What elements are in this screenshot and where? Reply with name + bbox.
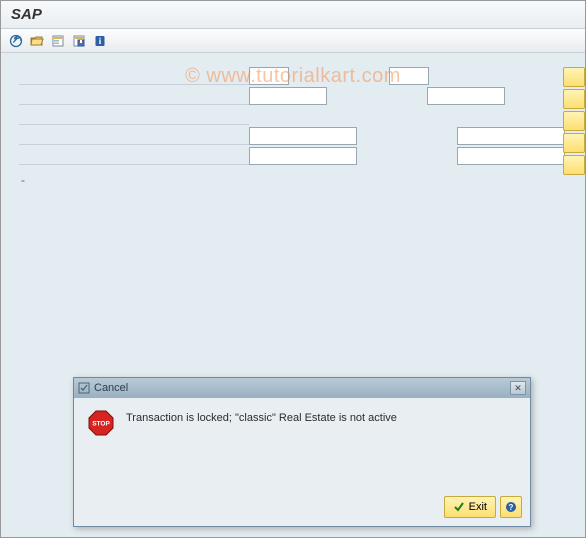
close-icon[interactable]: ✕ [510, 381, 526, 395]
field-input[interactable] [249, 87, 327, 105]
form-row [19, 127, 567, 145]
multiple-selection-button[interactable] [563, 89, 585, 109]
info-icon[interactable]: i [91, 32, 109, 50]
field-input[interactable] [249, 67, 289, 85]
field-input-to[interactable] [427, 87, 505, 105]
multiple-selection-buttons [563, 67, 585, 175]
form-row [19, 107, 567, 125]
execute-icon[interactable] [7, 32, 25, 50]
help-button[interactable]: ? [500, 496, 522, 518]
stop-icon: STOP [88, 410, 114, 436]
form-label [19, 128, 249, 145]
exit-button-label: Exit [469, 501, 487, 513]
collapse-indicator[interactable]: - [19, 173, 567, 187]
form-row [19, 87, 567, 105]
dialog-button-bar: Exit ? [444, 496, 522, 518]
svg-text:STOP: STOP [92, 421, 110, 428]
help-icon: ? [505, 501, 517, 513]
multiple-selection-button[interactable] [563, 111, 585, 131]
dialog-titlebar: Cancel ✕ [74, 378, 530, 398]
multiple-selection-button[interactable] [563, 67, 585, 87]
variant-icon[interactable] [49, 32, 67, 50]
form-label [19, 148, 249, 165]
toolbar: i [1, 29, 585, 53]
svg-text:?: ? [509, 503, 514, 512]
cancel-dialog: Cancel ✕ STOP Transaction is locked; "cl… [73, 377, 531, 527]
form-label [19, 108, 249, 125]
form-label [19, 88, 249, 105]
dialog-title-icon [78, 382, 90, 394]
check-icon [453, 501, 465, 513]
field-input-to[interactable] [457, 127, 565, 145]
selection-screen: - [19, 67, 567, 187]
sap-window: SAP i © www.tutorialkart.com [0, 0, 586, 538]
field-input-to[interactable] [457, 147, 565, 165]
dialog-body: STOP Transaction is locked; "classic" Re… [74, 398, 530, 448]
exit-button[interactable]: Exit [444, 496, 496, 518]
multiple-selection-button[interactable] [563, 155, 585, 175]
field-input[interactable] [249, 147, 357, 165]
dialog-title: Cancel [94, 382, 128, 394]
save-variant-icon[interactable] [70, 32, 88, 50]
form-label [19, 68, 249, 85]
folder-open-icon[interactable] [28, 32, 46, 50]
field-input-to[interactable] [389, 67, 429, 85]
multiple-selection-button[interactable] [563, 133, 585, 153]
dialog-message: Transaction is locked; "classic" Real Es… [126, 410, 397, 436]
form-row [19, 67, 567, 85]
titlebar: SAP [1, 1, 585, 29]
field-input[interactable] [249, 127, 357, 145]
app-title: SAP [11, 6, 42, 23]
form-row [19, 147, 567, 165]
